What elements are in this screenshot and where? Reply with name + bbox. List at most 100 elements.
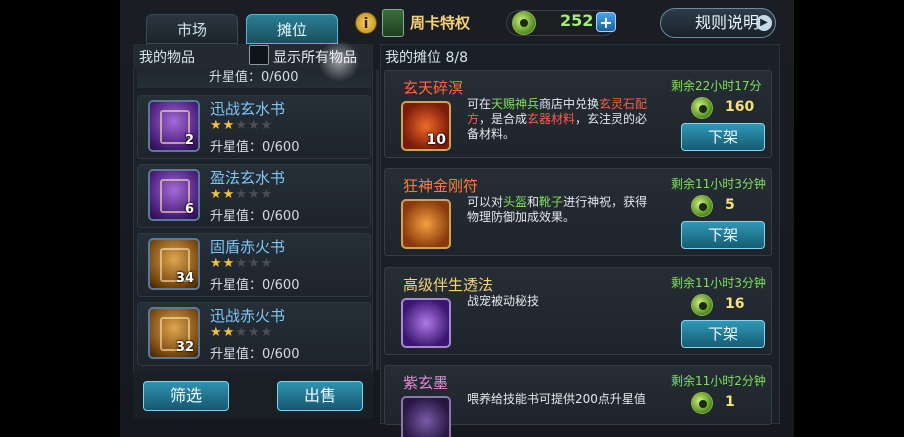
remaining-time: 剩余11小时3分钟 [671,177,766,191]
remaining-time: 剩余22小时17分 [671,79,762,93]
star-filled-icon: ★ [222,325,236,340]
star-empty-icon: ★ [260,256,274,271]
gold-book-icon: 32 [148,307,200,359]
stall-item-description: 战宠被动秘技 [467,294,659,309]
list-item[interactable]: 34 固盾赤火书 ★★★★★ 升星值：0/600 [137,233,371,297]
takedown-button[interactable]: 下架 [681,221,765,249]
remaining-time: 剩余11小时2分钟 [671,374,766,388]
info-icon[interactable]: i [355,12,377,34]
touch-highlight [318,40,360,82]
star-rating: ★★★★★ [210,325,273,340]
jade-currency-icon [691,97,713,119]
stall-item-description: 喂养给技能书可提供200点升星值 [467,392,659,407]
stall-item-name: 狂神金刚符 [403,177,479,195]
stall-item-name: 玄天碎溟 [403,79,464,97]
chevron-right-icon: ▶ [756,15,772,31]
star-empty-icon: ★ [260,325,274,340]
list-item[interactable]: 2 迅战玄水书 ★★★★★ 升星值：0/600 [137,95,371,159]
description-segment: 玄器材料 [527,112,576,126]
stall-item-name: 紫玄墨 [403,374,449,392]
stall-item[interactable]: 狂神金刚符 可以对头盔和靴子进行神祝，获得物理防御加成效果。 剩余11小时3分钟 5 下… [384,168,772,256]
list-item[interactable]: 32 迅战赤火书 ★★★★★ 升星值：0/600 [137,302,371,366]
item-count: 34 [175,271,194,286]
description-segment: 天赐神兵 [491,97,540,111]
jade-currency-icon [691,195,713,217]
purple-book-icon: 6 [148,169,200,221]
star-rating: ★★★★★ [210,118,273,133]
item-rising-value: 升星值：0/600 [210,278,300,293]
list-item[interactable]: 6 盈法玄水书 ★★★★★ 升星值：0/600 [137,164,371,228]
item-name: 迅战玄水书 [210,100,286,118]
currency-value: 252 [560,11,594,30]
remaining-time: 剩余11小时3分钟 [671,276,766,290]
stall-item-icon [401,298,451,348]
market-stall-screen: 市场 摊位 i 周卡特权 252 + 规则说明 ▶ 升星值：0/600 我的物品… [0,0,904,437]
description-segment: 和 [527,195,540,209]
description-segment: 商店中兑换 [539,97,600,111]
tab-market[interactable]: 市场 [146,14,238,44]
jade-currency-icon [512,11,536,35]
stall-item-description: 可以对头盔和靴子进行神祝，获得物理防御加成效果。 [467,195,659,225]
filter-button[interactable]: 筛选 [143,381,229,411]
description-segment: 喂养给技能书可提供200点升星值 [467,392,646,406]
item-rising-value: 升星值：0/600 [210,209,300,224]
week-card-label[interactable]: 周卡特权 [410,12,470,33]
takedown-button[interactable]: 下架 [681,123,765,151]
inventory-title: 我的物品 [139,50,195,66]
item-rising-value: 升星值：0/600 [210,140,300,155]
star-empty-icon: ★ [247,187,261,202]
sell-button[interactable]: 出售 [277,381,363,411]
star-rating: ★★★★★ [210,256,273,271]
week-card-icon[interactable] [382,9,404,37]
price-value: 5 [725,197,735,213]
show-all-checkbox[interactable] [249,45,269,65]
description-segment: 可在 [467,97,492,111]
right-margin [794,0,904,437]
stall-item-icon [401,396,451,437]
star-rating: ★★★★★ [210,187,273,202]
item-name: 固盾赤火书 [210,238,286,256]
star-empty-icon: ★ [260,118,274,133]
price-value: 16 [725,296,745,312]
stall-item[interactable]: 玄天碎溟 10 可在天赐神兵商店中兑换玄灵石配方，是合成玄器材料，玄注灵的必备材料。… [384,70,772,158]
item-count: 2 [184,133,194,148]
left-margin [0,0,120,437]
gold-book-icon: 34 [148,238,200,290]
item-name: 迅战赤火书 [210,307,286,325]
item-name: 盈法玄水书 [210,169,286,187]
star-empty-icon: ★ [247,325,261,340]
star-filled-icon: ★ [222,256,236,271]
star-empty-icon: ★ [260,187,274,202]
star-filled-icon: ★ [210,118,223,133]
item-rising-value: 升星值：0/600 [210,347,300,362]
star-filled-icon: ★ [222,118,236,133]
stall-title: 我的摊位 8/8 [385,50,468,66]
star-empty-icon: ★ [247,118,261,133]
star-empty-icon: ★ [235,256,248,271]
description-segment: 战宠被动秘技 [467,294,540,308]
description-segment: 可以对 [467,195,504,209]
stall-item-icon [401,199,451,249]
purple-book-icon: 2 [148,100,200,152]
stall-item-count: 10 [426,132,446,148]
item-count: 6 [184,202,194,217]
star-filled-icon: ★ [210,325,223,340]
star-filled-icon: ★ [210,256,223,271]
stall-item[interactable]: 紫玄墨 喂养给技能书可提供200点升星值 剩余11小时2分钟 1 [384,365,772,437]
stall-item-name: 高级伴生透法 [403,276,494,294]
inventory-scrollbar[interactable] [376,70,379,370]
jade-currency-icon [691,294,713,316]
rules-label: 规则说明 [695,13,760,32]
jade-currency-icon [691,392,713,414]
stall-item[interactable]: 高级伴生透法 战宠被动秘技 剩余11小时3分钟 16 下架 [384,267,772,355]
star-filled-icon: ★ [222,187,236,202]
star-filled-icon: ★ [210,187,223,202]
add-currency-button[interactable]: + [596,12,616,32]
stall-item-icon: 10 [401,101,451,151]
takedown-button[interactable]: 下架 [681,320,765,348]
tab-stall[interactable]: 摊位 [246,14,338,44]
star-empty-icon: ★ [235,118,248,133]
description-segment: 头盔 [503,195,528,209]
item-count: 32 [175,340,194,355]
description-segment: ，是合成 [479,112,528,126]
